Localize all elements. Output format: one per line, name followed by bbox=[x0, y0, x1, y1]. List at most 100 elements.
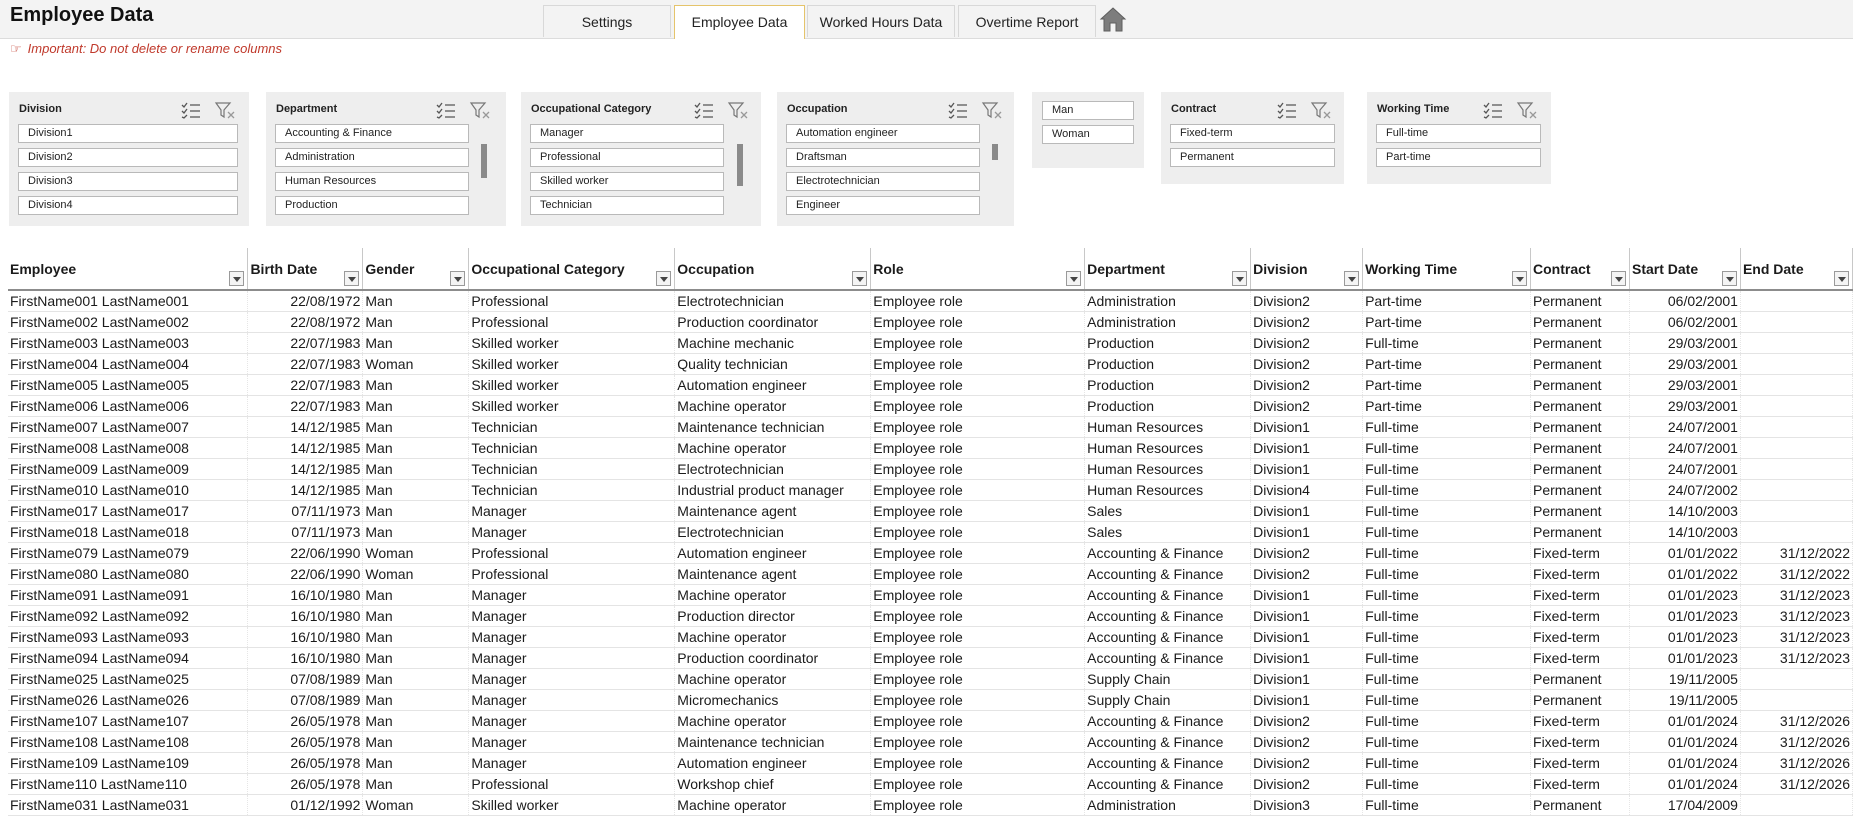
table-cell[interactable]: Sales bbox=[1084, 521, 1252, 543]
slicer-item[interactable]: Accounting & Finance bbox=[275, 124, 469, 143]
table-cell[interactable]: Machine operator bbox=[674, 437, 872, 459]
table-cell[interactable]: Man bbox=[362, 416, 470, 438]
filter-dropdown-icon[interactable] bbox=[450, 271, 466, 286]
table-cell[interactable]: Full-time bbox=[1362, 689, 1532, 711]
table-cell[interactable] bbox=[1740, 311, 1853, 333]
table-cell[interactable]: 16/10/1980 bbox=[247, 647, 364, 669]
table-row[interactable]: FirstName002 LastName002 22/08/1972 Man Pro… bbox=[8, 311, 1853, 333]
table-cell[interactable]: Employee role bbox=[870, 416, 1086, 438]
table-cell[interactable]: FirstName001 LastName001 bbox=[8, 290, 249, 312]
table-cell[interactable]: 22/06/1990 bbox=[247, 542, 364, 564]
tab-overtime-report[interactable]: Overtime Report bbox=[958, 5, 1096, 37]
table-cell[interactable]: Administration bbox=[1084, 290, 1252, 312]
table-cell[interactable]: Technician bbox=[468, 437, 676, 459]
table-cell[interactable]: 29/03/2001 bbox=[1629, 353, 1741, 375]
table-cell[interactable] bbox=[1740, 332, 1853, 354]
table-row[interactable]: FirstName004 LastName004 22/07/1983 Woman S… bbox=[8, 353, 1853, 375]
table-cell[interactable]: Division2 bbox=[1250, 374, 1364, 396]
table-cell[interactable]: 01/01/2024 bbox=[1629, 752, 1741, 774]
slicer-scrollbar[interactable] bbox=[992, 144, 998, 160]
table-cell[interactable]: Manager bbox=[468, 605, 676, 627]
table-cell[interactable]: Manager bbox=[468, 752, 676, 774]
table-cell[interactable]: Division1 bbox=[1250, 626, 1364, 648]
table-cell[interactable]: Woman bbox=[362, 794, 470, 816]
table-cell[interactable]: Permanent bbox=[1530, 668, 1630, 690]
table-cell[interactable]: Full-time bbox=[1362, 479, 1532, 501]
table-cell[interactable]: Skilled worker bbox=[468, 374, 676, 396]
table-cell[interactable]: Permanent bbox=[1530, 500, 1630, 522]
table-cell[interactable]: Manager bbox=[468, 584, 676, 606]
slicer-item[interactable]: Automation engineer bbox=[786, 124, 980, 143]
table-cell[interactable]: Full-time bbox=[1362, 542, 1532, 564]
table-cell[interactable]: Woman bbox=[362, 563, 470, 585]
slicer-scrollbar[interactable] bbox=[737, 144, 743, 186]
table-cell[interactable]: Division2 bbox=[1250, 752, 1364, 774]
slicer-item[interactable]: Manager bbox=[530, 124, 724, 143]
table-row[interactable]: FirstName079 LastName079 22/06/1990 Woman P… bbox=[8, 542, 1853, 564]
table-cell[interactable]: Full-time bbox=[1362, 584, 1532, 606]
table-cell[interactable]: 07/11/1973 bbox=[247, 521, 364, 543]
table-cell[interactable]: FirstName092 LastName092 bbox=[8, 605, 249, 627]
table-cell[interactable]: 26/05/1978 bbox=[247, 710, 364, 732]
table-cell[interactable]: Full-time bbox=[1362, 437, 1532, 459]
table-cell[interactable]: Employee role bbox=[870, 374, 1086, 396]
multi-select-icon[interactable] bbox=[1276, 101, 1298, 119]
tab-employee-data[interactable]: Employee Data bbox=[674, 5, 805, 39]
table-row[interactable]: FirstName091 LastName091 16/10/1980 Man Man… bbox=[8, 584, 1853, 606]
table-cell[interactable]: 22/07/1983 bbox=[247, 374, 364, 396]
table-cell[interactable]: Production bbox=[1084, 374, 1252, 396]
table-cell[interactable]: Production director bbox=[674, 605, 872, 627]
slicer-item[interactable]: Man bbox=[1042, 101, 1134, 120]
table-cell[interactable]: Division2 bbox=[1250, 773, 1364, 795]
table-cell[interactable]: Woman bbox=[362, 542, 470, 564]
table-cell[interactable]: Employee role bbox=[870, 311, 1086, 333]
table-cell[interactable]: Division3 bbox=[1250, 794, 1364, 816]
table-cell[interactable]: Full-time bbox=[1362, 458, 1532, 480]
table-cell[interactable]: 07/08/1989 bbox=[247, 689, 364, 711]
table-cell[interactable]: Maintenance technician bbox=[674, 416, 872, 438]
table-cell[interactable]: Part-time bbox=[1362, 311, 1532, 333]
table-cell[interactable]: FirstName009 LastName009 bbox=[8, 458, 249, 480]
multi-select-icon[interactable] bbox=[180, 101, 202, 119]
filter-dropdown-icon[interactable] bbox=[1610, 271, 1626, 286]
table-cell[interactable]: Manager bbox=[468, 731, 676, 753]
table-row[interactable]: FirstName107 LastName107 26/05/1978 Man Man… bbox=[8, 710, 1853, 732]
table-cell[interactable]: Accounting & Finance bbox=[1084, 584, 1252, 606]
table-cell[interactable]: FirstName003 LastName003 bbox=[8, 332, 249, 354]
table-cell[interactable]: Full-time bbox=[1362, 563, 1532, 585]
table-row[interactable]: FirstName092 LastName092 16/10/1980 Man Man… bbox=[8, 605, 1853, 627]
table-cell[interactable]: 22/06/1990 bbox=[247, 563, 364, 585]
table-cell[interactable]: Micromechanics bbox=[674, 689, 872, 711]
slicer-scrollbar[interactable] bbox=[481, 144, 487, 178]
table-cell[interactable]: Industrial product manager bbox=[674, 479, 872, 501]
table-cell[interactable]: Division1 bbox=[1250, 605, 1364, 627]
table-cell[interactable]: Quality technician bbox=[674, 353, 872, 375]
table-cell[interactable]: Employee role bbox=[870, 668, 1086, 690]
slicer-item[interactable]: Full-time bbox=[1376, 124, 1541, 143]
table-cell[interactable]: 31/12/2023 bbox=[1740, 626, 1853, 648]
table-cell[interactable]: Employee role bbox=[870, 290, 1086, 312]
table-cell[interactable]: 31/12/2023 bbox=[1740, 584, 1853, 606]
table-cell[interactable]: FirstName093 LastName093 bbox=[8, 626, 249, 648]
table-cell[interactable]: 14/12/1985 bbox=[247, 479, 364, 501]
table-cell[interactable]: Human Resources bbox=[1084, 416, 1252, 438]
table-cell[interactable]: Fixed-term bbox=[1530, 647, 1630, 669]
table-row[interactable]: FirstName031 LastName031 01/12/1992 Woman S… bbox=[8, 794, 1853, 816]
table-cell[interactable]: Fixed-term bbox=[1530, 710, 1630, 732]
table-cell[interactable]: Division1 bbox=[1250, 584, 1364, 606]
table-cell[interactable]: Full-time bbox=[1362, 500, 1532, 522]
table-cell[interactable] bbox=[1740, 353, 1853, 375]
table-cell[interactable]: Human Resources bbox=[1084, 437, 1252, 459]
table-cell[interactable]: Machine operator bbox=[674, 710, 872, 732]
table-cell[interactable]: Man bbox=[362, 647, 470, 669]
table-cell[interactable]: Permanent bbox=[1530, 332, 1630, 354]
table-row[interactable]: FirstName006 LastName006 22/07/1983 Man Ski… bbox=[8, 395, 1853, 417]
filter-dropdown-icon[interactable] bbox=[229, 271, 245, 286]
table-cell[interactable]: 29/03/2001 bbox=[1629, 395, 1741, 417]
table-cell[interactable] bbox=[1740, 458, 1853, 480]
table-cell[interactable]: Manager bbox=[468, 647, 676, 669]
table-cell[interactable]: Accounting & Finance bbox=[1084, 605, 1252, 627]
table-cell[interactable]: Employee role bbox=[870, 353, 1086, 375]
table-cell[interactable]: Division1 bbox=[1250, 458, 1364, 480]
table-cell[interactable]: FirstName109 LastName109 bbox=[8, 752, 249, 774]
